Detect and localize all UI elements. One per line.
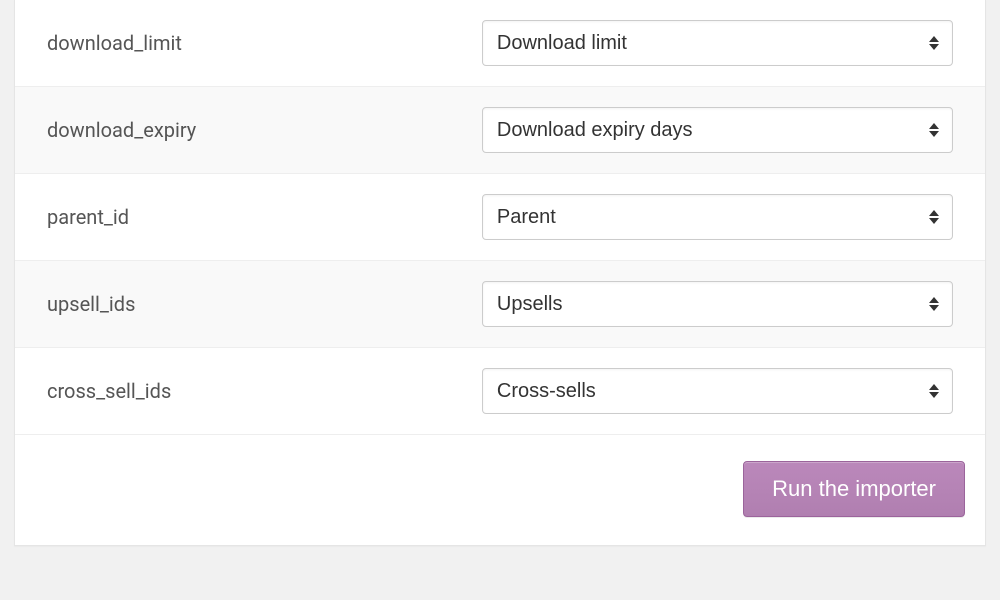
mapping-select-wrap: Download expiry days [482, 107, 953, 153]
mapping-select-parent-id[interactable]: Parent [482, 194, 953, 240]
mapping-row: download_limit Download limit [15, 0, 985, 87]
mapping-row: upsell_ids Upsells [15, 261, 985, 348]
actions-bar: Run the importer [15, 435, 985, 545]
mapping-row: download_expiry Download expiry days [15, 87, 985, 174]
mapping-select-wrap: Upsells [482, 281, 953, 327]
field-name-label: parent_id [47, 205, 482, 229]
mapping-select-download-expiry[interactable]: Download expiry days [482, 107, 953, 153]
mapping-select-wrap: Cross-sells [482, 368, 953, 414]
mapping-select-cross-sell-ids[interactable]: Cross-sells [482, 368, 953, 414]
field-name-label: download_limit [47, 31, 482, 55]
field-name-label: cross_sell_ids [47, 379, 482, 403]
mapping-row: parent_id Parent [15, 174, 985, 261]
mapping-select-wrap: Parent [482, 194, 953, 240]
mapping-row: cross_sell_ids Cross-sells [15, 348, 985, 435]
field-mapping-panel: download_limit Download limit download_e… [14, 0, 986, 546]
field-name-label: download_expiry [47, 118, 482, 142]
mapping-select-wrap: Download limit [482, 20, 953, 66]
field-name-label: upsell_ids [47, 292, 482, 316]
run-importer-button[interactable]: Run the importer [743, 461, 965, 517]
mapping-select-download-limit[interactable]: Download limit [482, 20, 953, 66]
mapping-select-upsell-ids[interactable]: Upsells [482, 281, 953, 327]
